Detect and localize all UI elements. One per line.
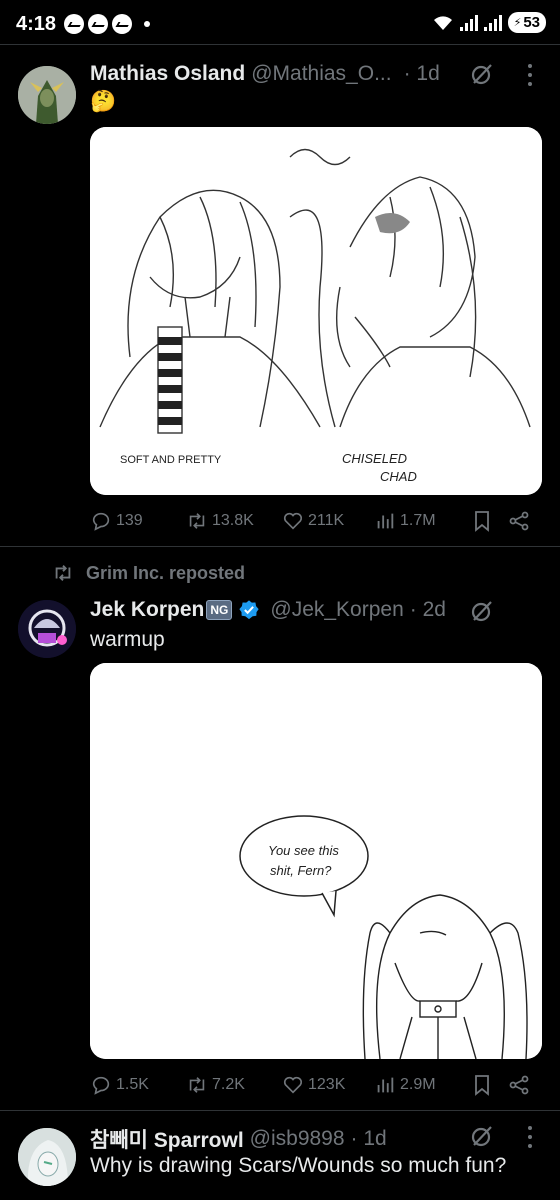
heart-icon	[283, 1076, 303, 1094]
user-handle[interactable]: @isb9898	[250, 1127, 345, 1151]
tweet-text: warmup	[90, 628, 165, 651]
tweet-image[interactable]: SOFT AND PRETTY CHISELED CHAD	[90, 127, 542, 495]
art-right-label-2: CHAD	[380, 469, 417, 484]
signal-icon	[459, 14, 478, 31]
status-time: 4:18	[16, 12, 57, 35]
repost-count: 7.2K	[212, 1076, 245, 1093]
divider	[0, 546, 560, 547]
user-handle[interactable]: @Jek_Korpen	[270, 598, 403, 622]
action-bar: 1.5K 7.2K 123K 2.9M	[90, 1072, 542, 1098]
divider	[0, 44, 560, 45]
speech-line-2: shit, Fern?	[270, 863, 332, 878]
like-count: 211K	[308, 512, 345, 529]
post-time: · 2d	[409, 598, 446, 621]
reply-count: 139	[116, 512, 143, 529]
messenger-icon	[64, 14, 85, 34]
action-bar: 139 13.8K 211K 1.7M	[90, 508, 542, 534]
speech-line-1: You see this	[268, 843, 339, 858]
display-name[interactable]: Jek Korpen	[90, 598, 204, 622]
wifi-icon	[433, 15, 452, 30]
art-left-label: SOFT AND PRETTY	[120, 454, 222, 466]
repost-indicator: Grim Inc. reposted	[52, 562, 245, 584]
grok-icon[interactable]	[470, 1124, 494, 1148]
reply-button[interactable]: 1.5K	[90, 1074, 149, 1096]
reply-count: 1.5K	[116, 1076, 149, 1093]
reply-icon	[92, 1076, 110, 1095]
display-name[interactable]: 참빼미 Sparrowl	[90, 1124, 244, 1154]
tweet-text: Why is drawing Scars/Wounds so much fun?	[90, 1154, 507, 1177]
repost-icon	[189, 1077, 205, 1093]
like-count: 123K	[308, 1076, 346, 1093]
reply-icon	[92, 512, 110, 531]
ng-badge: NG	[206, 600, 233, 620]
avatar[interactable]	[18, 600, 76, 658]
avatar[interactable]	[18, 1128, 76, 1186]
repost-count: 13.8K	[212, 512, 254, 529]
divider	[0, 1110, 560, 1111]
share-icon[interactable]	[508, 1074, 530, 1096]
repost-label[interactable]: Grim Inc. reposted	[86, 563, 245, 584]
repost-icon	[189, 513, 205, 529]
messenger-icon	[112, 14, 133, 34]
heart-icon	[283, 512, 303, 530]
tweet-image[interactable]: You see this shit, Fern?	[90, 663, 542, 1059]
messenger-icon	[88, 14, 109, 34]
charging-icon: ⚡	[513, 17, 522, 29]
art-right-label-1: CHISELED	[342, 451, 407, 466]
status-bar: 4:18 ⚡ 53	[0, 0, 560, 48]
bookmark-icon[interactable]	[472, 1074, 492, 1096]
like-button[interactable]: 211K	[282, 510, 344, 532]
tweet-header: 참빼미 Sparrowl @isb9898 · 1d	[90, 1124, 387, 1154]
post-time: · 1d	[403, 62, 440, 85]
view-count: 2.9M	[400, 1076, 436, 1093]
views-button[interactable]: 1.7M	[374, 510, 436, 532]
views-icon	[377, 1077, 394, 1093]
signal-icon	[483, 14, 502, 31]
grok-icon[interactable]	[470, 62, 494, 86]
verified-icon[interactable]	[238, 599, 260, 621]
more-options-icon[interactable]	[527, 64, 533, 86]
views-button[interactable]: 2.9M	[374, 1074, 436, 1096]
tweet-header: Mathias Osland @Mathias_O... · 1d	[90, 62, 440, 86]
battery-indicator: ⚡ 53	[507, 12, 546, 33]
repost-icon	[55, 565, 71, 581]
like-button[interactable]: 123K	[282, 1074, 345, 1096]
repost-button[interactable]: 7.2K	[186, 1074, 245, 1096]
reply-button[interactable]: 139	[90, 510, 143, 532]
share-icon[interactable]	[508, 510, 530, 532]
bookmark-icon[interactable]	[472, 510, 492, 532]
post-time: · 1d	[350, 1127, 387, 1150]
grok-icon[interactable]	[470, 599, 494, 623]
display-name[interactable]: Mathias Osland	[90, 62, 245, 86]
views-icon	[377, 513, 394, 529]
tweet-header: Jek Korpen NG @Jek_Korpen · 2d	[90, 598, 446, 622]
avatar[interactable]	[18, 66, 76, 124]
user-handle[interactable]: @Mathias_O...	[251, 62, 391, 86]
view-count: 1.7M	[400, 512, 436, 529]
notification-dot-icon	[144, 21, 151, 27]
battery-level: 53	[523, 14, 540, 31]
more-options-icon[interactable]	[527, 1126, 533, 1148]
tweet-text: 🤔	[90, 90, 117, 113]
repost-button[interactable]: 13.8K	[186, 510, 254, 532]
